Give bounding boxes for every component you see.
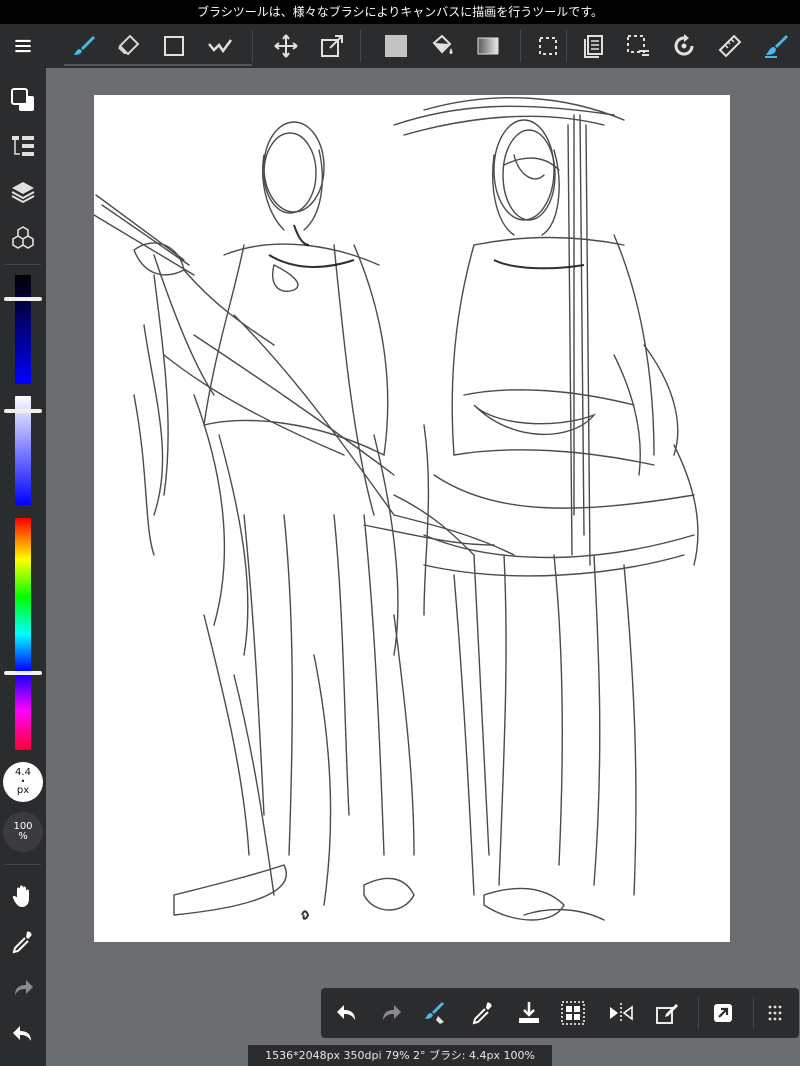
magic-wand-tool-button[interactable] — [198, 24, 242, 68]
toolbar-divider — [252, 30, 253, 62]
bucket-tool-button[interactable] — [420, 24, 464, 68]
brightness-slider[interactable] — [15, 275, 31, 384]
move-tool-button[interactable] — [264, 24, 308, 68]
layers-button[interactable] — [0, 170, 46, 214]
color-swatch-icon — [11, 88, 34, 111]
snap-tool-button[interactable] — [754, 24, 798, 68]
eraser-icon — [118, 34, 140, 56]
redo-icon — [15, 980, 33, 995]
fill-color-tool-button[interactable] — [374, 24, 418, 68]
move-icon — [274, 34, 298, 58]
redo-button[interactable] — [0, 966, 46, 1010]
import-button[interactable] — [507, 991, 551, 1035]
top-toolbar — [0, 24, 800, 68]
quick-eyedropper-button[interactable] — [461, 991, 505, 1035]
square-icon — [164, 36, 184, 56]
brush-size-button[interactable]: 4.4 • px — [3, 762, 43, 802]
grid-button[interactable] — [551, 991, 595, 1035]
transform-tool-button[interactable] — [310, 24, 354, 68]
import-icon — [519, 1002, 539, 1023]
saturation-slider-knob[interactable] — [4, 409, 42, 413]
brush-tool-button[interactable] — [62, 24, 106, 68]
brush-icon — [74, 36, 95, 55]
eyedropper-icon — [472, 1002, 492, 1025]
left-sidebar: 4.4 • px 100 % — [0, 68, 46, 1066]
tool-group-underline — [64, 64, 252, 66]
layer-copy-tool-button[interactable] — [572, 24, 616, 68]
bucket-icon — [432, 34, 453, 54]
color-swatch-button[interactable] — [0, 78, 46, 122]
more-icon — [768, 1005, 782, 1021]
hue-slider[interactable] — [15, 518, 31, 750]
dashed-select-icon — [539, 37, 557, 55]
undo-icon — [337, 1005, 355, 1020]
toolbar-divider — [566, 30, 567, 62]
layer-panel-button[interactable] — [0, 124, 46, 168]
opacity-unit: % — [18, 831, 28, 842]
grid-icon — [561, 1001, 585, 1025]
eyedropper-icon — [12, 931, 32, 954]
gradient-icon — [477, 37, 499, 55]
hand-tool-button[interactable] — [0, 874, 46, 918]
material-cubes-icon — [12, 226, 34, 249]
sketch-drawing — [93, 96, 699, 921]
undo-button[interactable] — [0, 1012, 46, 1056]
canvas-status-bar: 1536*2048px 350dpi 79% 2° ブラシ: 4.4px 100… — [248, 1045, 552, 1066]
sidebar-divider — [5, 864, 41, 865]
quickbar-divider — [698, 997, 699, 1029]
clear-layer-icon — [425, 1002, 444, 1024]
copy-pages-icon — [584, 35, 603, 58]
hue-slider-knob[interactable] — [4, 671, 42, 675]
transform-icon — [321, 35, 343, 57]
tool-hint-bar: ブラシツールは、様々なブラシによりキャンバスに描画を行うツールです。 — [0, 0, 800, 24]
flip-horizontal-icon — [610, 1003, 633, 1023]
brightness-slider-knob[interactable] — [4, 297, 42, 301]
filled-square-icon — [385, 35, 407, 57]
select-tool-button[interactable] — [526, 24, 570, 68]
flip-horizontal-button[interactable] — [599, 991, 643, 1035]
hand-icon — [12, 885, 29, 907]
clear-layer-button[interactable] — [413, 991, 457, 1035]
transform-layer-button[interactable] — [645, 991, 689, 1035]
redo-icon — [383, 1005, 401, 1020]
transform-layer-icon — [656, 1004, 678, 1024]
menu-button[interactable] — [0, 24, 46, 68]
shape-tool-button[interactable] — [152, 24, 196, 68]
sidebar-divider — [5, 264, 41, 265]
more-options-button[interactable] — [753, 991, 797, 1035]
rotate-tool-button[interactable] — [662, 24, 706, 68]
eraser-tool-button[interactable] — [106, 24, 150, 68]
select-pen-icon — [627, 35, 649, 56]
snap-brush-icon — [765, 35, 788, 58]
hamburger-menu-icon — [15, 39, 31, 53]
magic-wand-icon — [208, 39, 233, 54]
materials-button[interactable] — [0, 216, 46, 260]
rotate-icon — [674, 34, 694, 56]
quick-access-bar — [321, 988, 799, 1038]
select-pen-tool-button[interactable] — [616, 24, 660, 68]
export-button[interactable] — [701, 991, 745, 1035]
layers-icon — [11, 182, 35, 204]
eyedropper-button[interactable] — [0, 920, 46, 964]
ruler-tool-button[interactable] — [708, 24, 752, 68]
export-icon — [714, 1004, 732, 1022]
quick-undo-button[interactable] — [325, 991, 369, 1035]
gradient-tool-button[interactable] — [466, 24, 510, 68]
toolbar-divider — [360, 30, 361, 62]
undo-icon — [13, 1026, 31, 1041]
opacity-button[interactable]: 100 % — [3, 812, 43, 852]
ruler-icon — [718, 34, 742, 58]
quick-redo-button[interactable] — [369, 991, 413, 1035]
toolbar-divider — [520, 30, 521, 62]
brush-size-unit: px — [16, 785, 30, 796]
layer-panel-icon — [12, 136, 34, 156]
drawing-canvas[interactable] — [93, 95, 730, 942]
